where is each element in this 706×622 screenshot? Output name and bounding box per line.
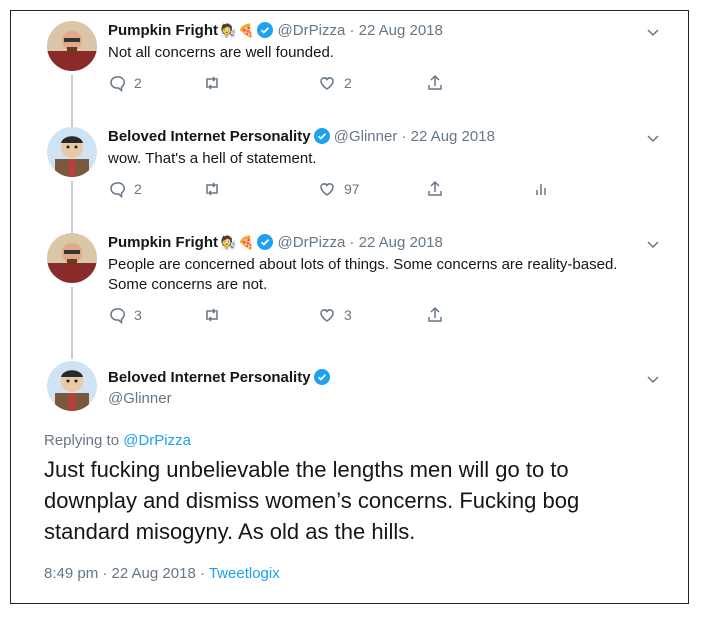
retweet-icon [206, 182, 218, 196]
verified-badge-icon [313, 128, 330, 144]
tweet-thread-frame: Pumpkin Fright 🧑‍🔬 🍕 @DrPizza · 22 Aug 201… [10, 10, 689, 604]
verified-badge-icon [257, 22, 274, 38]
replying-to-link[interactable]: @DrPizza [123, 432, 191, 449]
avatar[interactable] [47, 21, 97, 71]
reply-button[interactable]: 3 [108, 306, 142, 324]
pizza-emoji-icon: 🍕 [238, 235, 255, 250]
display-name[interactable]: Beloved Internet Personality [108, 128, 311, 145]
verified-badge-icon [313, 369, 330, 385]
action-bar: 2 2 [108, 74, 468, 94]
share-icon [428, 180, 442, 196]
like-count: 97 [344, 181, 360, 197]
action-bar: 3 3 [108, 306, 468, 326]
reply-button[interactable]: 2 [108, 74, 142, 92]
retweet-icon [206, 308, 218, 322]
display-name[interactable]: Beloved Internet Personality [108, 369, 311, 386]
scientist-emoji-icon: 🧑‍🔬 [220, 23, 237, 38]
like-count: 3 [344, 307, 352, 323]
chevron-down-icon[interactable] [646, 237, 660, 251]
focus-display-name[interactable]: Beloved Internet Personality [108, 369, 330, 386]
share-icon [428, 306, 442, 322]
tweet-timestamp[interactable]: 8:49 pm · 22 Aug 2018 · [44, 565, 209, 582]
reply-count: 3 [134, 307, 142, 323]
heart-icon [320, 183, 334, 196]
analytics-button[interactable] [533, 180, 551, 198]
retweet-button[interactable] [203, 180, 221, 198]
handle[interactable]: @DrPizza [278, 234, 346, 251]
tweet-header: Beloved Internet Personality @Glinner · … [108, 127, 495, 147]
reply-icon [110, 76, 125, 92]
retweet-icon [206, 76, 218, 90]
focus-tweet-text: Just fucking unbelievable the lengths me… [44, 457, 580, 544]
reply-icon [110, 308, 125, 324]
replying-prefix: Replying to [44, 432, 124, 449]
share-button[interactable] [426, 180, 444, 198]
tweet-source-link[interactable]: Tweetlogix [209, 565, 280, 582]
share-icon [428, 74, 442, 90]
thread-line [71, 287, 73, 359]
pizza-emoji-icon: 🍕 [238, 23, 255, 38]
handle[interactable]: @Glinner [334, 128, 398, 145]
thread-line [71, 75, 73, 133]
replying-to: Replying to @DrPizza [44, 432, 191, 449]
action-bar: 2 97 [108, 180, 558, 200]
verified-badge-icon [257, 234, 274, 250]
display-name[interactable]: Pumpkin Fright [108, 234, 218, 251]
tweet-text: Not all concerns are well founded. [108, 44, 334, 61]
tweet-footer: 8:49 pm · 22 Aug 2018 · Tweetlogix [44, 565, 280, 582]
reply-count: 2 [134, 181, 142, 197]
reply-icon [110, 182, 125, 198]
retweet-button[interactable] [203, 74, 221, 92]
timestamp[interactable]: · 22 Aug 2018 [349, 22, 442, 39]
chevron-down-icon[interactable] [646, 25, 660, 39]
handle[interactable]: @DrPizza [278, 22, 346, 39]
timestamp[interactable]: · 22 Aug 2018 [349, 234, 442, 251]
like-count: 2 [344, 75, 352, 91]
reply-count: 2 [134, 75, 142, 91]
avatar[interactable] [47, 127, 97, 177]
heart-icon [320, 309, 334, 322]
tweet-header: Pumpkin Fright 🧑‍🔬 🍕 @DrPizza · 22 Aug 201… [108, 21, 443, 41]
handle[interactable]: @Glinner [108, 390, 172, 407]
heart-icon [320, 77, 334, 90]
timestamp[interactable]: · 22 Aug 2018 [402, 128, 495, 145]
like-button[interactable]: 3 [318, 306, 352, 324]
share-button[interactable] [426, 74, 444, 92]
thread-line [71, 181, 73, 239]
reply-button[interactable]: 2 [108, 180, 142, 198]
like-button[interactable]: 2 [318, 74, 352, 92]
analytics-icon [536, 184, 546, 195]
display-name[interactable]: Pumpkin Fright [108, 22, 218, 39]
tweet-header: Pumpkin Fright 🧑‍🔬 🍕 @DrPizza · 22 Aug 201… [108, 233, 443, 253]
tweet-text: wow. That's a hell of statement. [108, 150, 317, 167]
chevron-down-icon[interactable] [646, 131, 660, 145]
avatar[interactable] [47, 233, 97, 283]
chevron-down-icon[interactable] [646, 372, 660, 386]
scientist-emoji-icon: 🧑‍🔬 [220, 235, 237, 250]
retweet-button[interactable] [203, 306, 221, 324]
tweet-text: People are concerned about lots of thing… [108, 256, 618, 293]
avatar[interactable] [47, 361, 97, 411]
share-button[interactable] [426, 306, 444, 324]
like-button[interactable]: 97 [318, 180, 360, 198]
